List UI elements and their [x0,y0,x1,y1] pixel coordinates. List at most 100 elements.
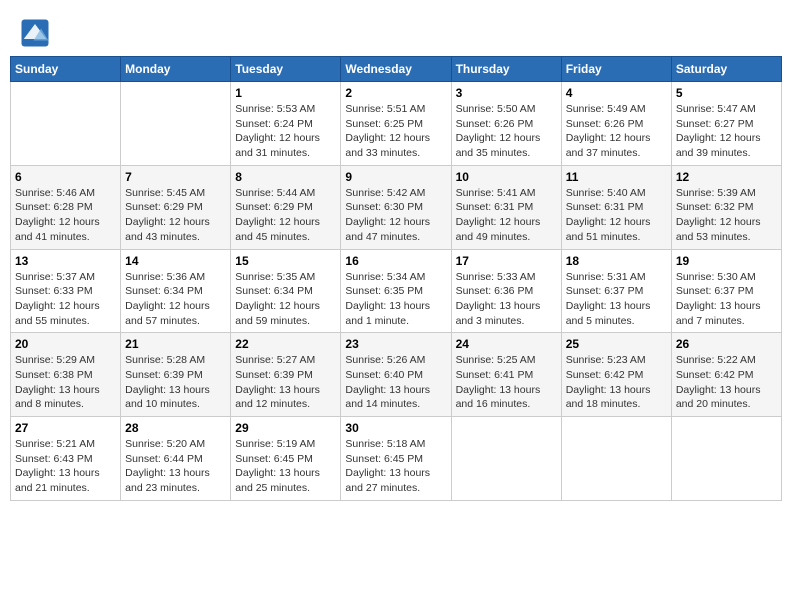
day-number: 9 [345,170,446,184]
day-info: Sunrise: 5:22 AM Sunset: 6:42 PM Dayligh… [676,353,777,412]
weekday-header: Thursday [451,57,561,82]
day-number: 10 [456,170,557,184]
day-number: 16 [345,254,446,268]
calendar-cell: 27 Sunrise: 5:21 AM Sunset: 6:43 PM Dayli… [11,417,121,501]
day-info: Sunrise: 5:26 AM Sunset: 6:40 PM Dayligh… [345,353,446,412]
day-info: Sunrise: 5:34 AM Sunset: 6:35 PM Dayligh… [345,270,446,329]
day-number: 5 [676,86,777,100]
weekday-header: Sunday [11,57,121,82]
calendar-cell: 22 Sunrise: 5:27 AM Sunset: 6:39 PM Dayli… [231,333,341,417]
weekday-header: Wednesday [341,57,451,82]
calendar-cell: 16 Sunrise: 5:34 AM Sunset: 6:35 PM Dayli… [341,249,451,333]
day-number: 3 [456,86,557,100]
header [10,10,782,52]
calendar-cell [561,417,671,501]
calendar-cell: 4 Sunrise: 5:49 AM Sunset: 6:26 PM Daylig… [561,82,671,166]
weekday-header-row: SundayMondayTuesdayWednesdayThursdayFrid… [11,57,782,82]
calendar: SundayMondayTuesdayWednesdayThursdayFrid… [10,56,782,501]
day-number: 8 [235,170,336,184]
calendar-cell: 5 Sunrise: 5:47 AM Sunset: 6:27 PM Daylig… [671,82,781,166]
day-info: Sunrise: 5:20 AM Sunset: 6:44 PM Dayligh… [125,437,226,496]
calendar-week-row: 1 Sunrise: 5:53 AM Sunset: 6:24 PM Daylig… [11,82,782,166]
day-info: Sunrise: 5:25 AM Sunset: 6:41 PM Dayligh… [456,353,557,412]
day-info: Sunrise: 5:29 AM Sunset: 6:38 PM Dayligh… [15,353,116,412]
calendar-cell: 29 Sunrise: 5:19 AM Sunset: 6:45 PM Dayli… [231,417,341,501]
calendar-cell: 6 Sunrise: 5:46 AM Sunset: 6:28 PM Daylig… [11,165,121,249]
day-number: 26 [676,337,777,351]
day-number: 1 [235,86,336,100]
calendar-week-row: 6 Sunrise: 5:46 AM Sunset: 6:28 PM Daylig… [11,165,782,249]
day-info: Sunrise: 5:53 AM Sunset: 6:24 PM Dayligh… [235,102,336,161]
day-number: 6 [15,170,116,184]
calendar-cell: 13Sunrise: 5:37 AM Sunset: 6:33 PM Dayli… [11,249,121,333]
day-number: 2 [345,86,446,100]
calendar-cell: 25 Sunrise: 5:23 AM Sunset: 6:42 PM Dayli… [561,333,671,417]
calendar-cell [11,82,121,166]
calendar-cell: 23 Sunrise: 5:26 AM Sunset: 6:40 PM Dayli… [341,333,451,417]
day-number: 30 [345,421,446,435]
day-info: Sunrise: 5:31 AM Sunset: 6:37 PM Dayligh… [566,270,667,329]
calendar-cell: 28 Sunrise: 5:20 AM Sunset: 6:44 PM Dayli… [121,417,231,501]
calendar-cell: 11 Sunrise: 5:40 AM Sunset: 6:31 PM Dayli… [561,165,671,249]
day-info: Sunrise: 5:44 AM Sunset: 6:29 PM Dayligh… [235,186,336,245]
day-number: 25 [566,337,667,351]
day-info: Sunrise: 5:50 AM Sunset: 6:26 PM Dayligh… [456,102,557,161]
calendar-cell: 24Sunrise: 5:25 AM Sunset: 6:41 PM Dayli… [451,333,561,417]
calendar-week-row: 27 Sunrise: 5:21 AM Sunset: 6:43 PM Dayli… [11,417,782,501]
day-number: 13 [15,254,116,268]
day-number: 7 [125,170,226,184]
day-info: Sunrise: 5:41 AM Sunset: 6:31 PM Dayligh… [456,186,557,245]
day-info: Sunrise: 5:28 AM Sunset: 6:39 PM Dayligh… [125,353,226,412]
day-info: Sunrise: 5:45 AM Sunset: 6:29 PM Dayligh… [125,186,226,245]
calendar-cell: 21 Sunrise: 5:28 AM Sunset: 6:39 PM Dayli… [121,333,231,417]
calendar-cell: 12 Sunrise: 5:39 AM Sunset: 6:32 PM Dayli… [671,165,781,249]
day-info: Sunrise: 5:46 AM Sunset: 6:28 PM Dayligh… [15,186,116,245]
day-info: Sunrise: 5:36 AM Sunset: 6:34 PM Dayligh… [125,270,226,329]
day-number: 23 [345,337,446,351]
day-number: 14 [125,254,226,268]
day-number: 21 [125,337,226,351]
day-info: Sunrise: 5:35 AM Sunset: 6:34 PM Dayligh… [235,270,336,329]
logo-icon [20,18,50,48]
day-info: Sunrise: 5:27 AM Sunset: 6:39 PM Dayligh… [235,353,336,412]
calendar-cell: 1 Sunrise: 5:53 AM Sunset: 6:24 PM Daylig… [231,82,341,166]
calendar-cell: 20 Sunrise: 5:29 AM Sunset: 6:38 PM Dayli… [11,333,121,417]
day-info: Sunrise: 5:23 AM Sunset: 6:42 PM Dayligh… [566,353,667,412]
calendar-cell: 17 Sunrise: 5:33 AM Sunset: 6:36 PM Dayli… [451,249,561,333]
day-info: Sunrise: 5:49 AM Sunset: 6:26 PM Dayligh… [566,102,667,161]
weekday-header: Saturday [671,57,781,82]
day-number: 15 [235,254,336,268]
day-number: 27 [15,421,116,435]
weekday-header: Friday [561,57,671,82]
calendar-cell [121,82,231,166]
day-info: Sunrise: 5:19 AM Sunset: 6:45 PM Dayligh… [235,437,336,496]
day-number: 17 [456,254,557,268]
calendar-cell: 7 Sunrise: 5:45 AM Sunset: 6:29 PM Daylig… [121,165,231,249]
day-number: 11 [566,170,667,184]
calendar-cell: 2 Sunrise: 5:51 AM Sunset: 6:25 PM Daylig… [341,82,451,166]
calendar-cell: 18 Sunrise: 5:31 AM Sunset: 6:37 PM Dayli… [561,249,671,333]
day-info: Sunrise: 5:47 AM Sunset: 6:27 PM Dayligh… [676,102,777,161]
day-number: 28 [125,421,226,435]
day-number: 12 [676,170,777,184]
day-info: Sunrise: 5:33 AM Sunset: 6:36 PM Dayligh… [456,270,557,329]
calendar-cell: 15 Sunrise: 5:35 AM Sunset: 6:34 PM Dayli… [231,249,341,333]
day-number: 29 [235,421,336,435]
logo [20,18,52,48]
calendar-cell: 3 Sunrise: 5:50 AM Sunset: 6:26 PM Daylig… [451,82,561,166]
day-info: Sunrise: 5:51 AM Sunset: 6:25 PM Dayligh… [345,102,446,161]
day-number: 19 [676,254,777,268]
day-info: Sunrise: 5:21 AM Sunset: 6:43 PM Dayligh… [15,437,116,496]
day-number: 20 [15,337,116,351]
day-info: Sunrise: 5:39 AM Sunset: 6:32 PM Dayligh… [676,186,777,245]
calendar-cell: 30 Sunrise: 5:18 AM Sunset: 6:45 PM Dayli… [341,417,451,501]
calendar-cell: 19Sunrise: 5:30 AM Sunset: 6:37 PM Dayli… [671,249,781,333]
day-info: Sunrise: 5:40 AM Sunset: 6:31 PM Dayligh… [566,186,667,245]
day-info: Sunrise: 5:42 AM Sunset: 6:30 PM Dayligh… [345,186,446,245]
day-number: 4 [566,86,667,100]
day-number: 22 [235,337,336,351]
day-info: Sunrise: 5:18 AM Sunset: 6:45 PM Dayligh… [345,437,446,496]
calendar-cell: 14 Sunrise: 5:36 AM Sunset: 6:34 PM Dayli… [121,249,231,333]
calendar-cell: 9 Sunrise: 5:42 AM Sunset: 6:30 PM Daylig… [341,165,451,249]
day-number: 18 [566,254,667,268]
